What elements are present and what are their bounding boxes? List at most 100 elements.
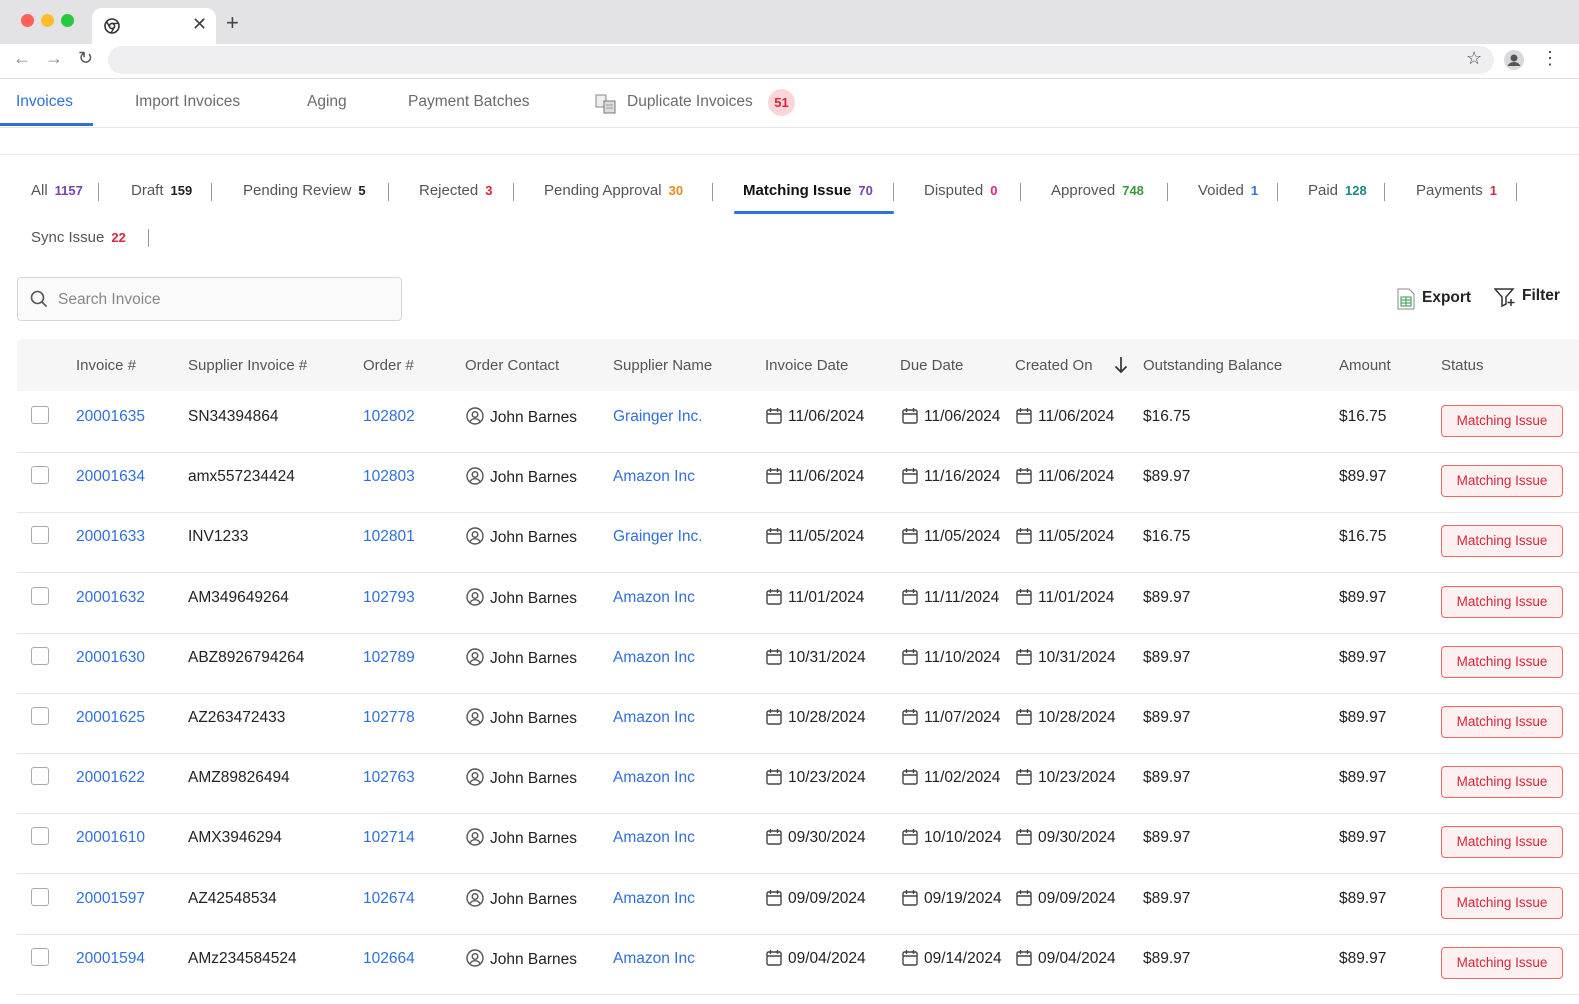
col-supplier-invoice[interactable]: Supplier Invoice # [188, 357, 307, 374]
row-checkbox[interactable] [31, 707, 49, 725]
nav-aging[interactable]: Aging [307, 93, 347, 111]
tab-rejected[interactable]: Rejected 3 [419, 182, 492, 199]
status-badge[interactable]: Matching Issue [1441, 706, 1563, 738]
supplier-link[interactable]: Amazon Inc [613, 890, 695, 908]
invoice-link[interactable]: 20001594 [76, 950, 145, 968]
supplier-link[interactable]: Grainger Inc. [613, 408, 703, 426]
invoice-link[interactable]: 20001635 [76, 408, 145, 426]
nav-invoices[interactable]: Invoices [16, 93, 73, 111]
col-supplier-name[interactable]: Supplier Name [613, 357, 712, 374]
order-link[interactable]: 102789 [363, 649, 415, 667]
supplier-link[interactable]: Amazon Inc [613, 649, 695, 667]
supplier-invoice-number: AMZ89826494 [188, 769, 290, 787]
supplier-link[interactable]: Amazon Inc [613, 829, 695, 847]
tab-all[interactable]: All 1157 [31, 182, 83, 199]
tab-count: 70 [858, 183, 873, 198]
row-checkbox[interactable] [31, 827, 49, 846]
order-link[interactable]: 102714 [363, 829, 415, 847]
order-link[interactable]: 102793 [363, 589, 415, 607]
row-checkbox[interactable] [31, 947, 49, 966]
col-order-contact[interactable]: Order Contact [465, 357, 559, 374]
invoice-link[interactable]: 20001610 [76, 829, 145, 847]
order-link[interactable]: 102664 [363, 950, 415, 968]
status-badge[interactable]: Matching Issue [1441, 525, 1563, 558]
menu-dots-icon[interactable]: ⋮ [1541, 48, 1559, 69]
plus-icon[interactable]: + [226, 10, 239, 36]
invoice-link[interactable]: 20001625 [76, 709, 145, 727]
tab-pending-review[interactable]: Pending Review 5 [243, 182, 366, 199]
row-checkbox[interactable] [31, 526, 49, 545]
sort-down-icon[interactable] [1114, 356, 1128, 374]
row-checkbox[interactable] [31, 466, 49, 485]
order-link[interactable]: 102778 [363, 709, 415, 727]
address-bar[interactable] [108, 46, 1494, 74]
row-checkbox[interactable] [31, 586, 49, 605]
tab-payments[interactable]: Payments 1 [1416, 182, 1497, 199]
invoice-date: 09/09/2024 [766, 889, 866, 908]
col-invoice-date[interactable]: Invoice Date [765, 357, 848, 374]
supplier-link[interactable]: Amazon Inc [613, 709, 695, 727]
order-link[interactable]: 102802 [363, 408, 415, 426]
order-link[interactable]: 102763 [363, 769, 415, 787]
star-icon[interactable]: ☆ [1466, 48, 1482, 69]
status-badge[interactable]: Matching Issue [1441, 465, 1563, 498]
close-icon[interactable]: ✕ [192, 14, 207, 35]
profile-icon[interactable] [1504, 50, 1524, 70]
order-link[interactable]: 102674 [363, 890, 415, 908]
invoice-link[interactable]: 20001632 [76, 589, 145, 607]
col-due-date[interactable]: Due Date [900, 357, 963, 374]
search-input[interactable] [56, 288, 390, 312]
minimize-window-button[interactable] [41, 14, 54, 27]
invoice-link[interactable]: 20001622 [76, 769, 145, 787]
tab-approved[interactable]: Approved 748 [1051, 182, 1144, 199]
nav-duplicate-invoices[interactable]: Duplicate Invoices [627, 93, 753, 111]
supplier-link[interactable]: Amazon Inc [613, 468, 695, 486]
tab-paid[interactable]: Paid 128 [1308, 182, 1367, 199]
supplier-link[interactable]: Amazon Inc [613, 589, 695, 607]
tab-disputed[interactable]: Disputed 0 [924, 182, 997, 199]
order-link[interactable]: 102803 [363, 468, 415, 486]
status-badge[interactable]: Matching Issue [1441, 585, 1563, 618]
status-badge[interactable]: Matching Issue [1441, 645, 1563, 678]
nav-payment-batches[interactable]: Payment Batches [408, 93, 529, 111]
status-badge[interactable]: Matching Issue [1441, 826, 1563, 859]
supplier-link[interactable]: Amazon Inc [613, 950, 695, 968]
status-badge[interactable]: Matching Issue [1441, 766, 1563, 799]
amount: $89.97 [1339, 769, 1387, 787]
supplier-link[interactable]: Grainger Inc. [613, 528, 703, 546]
col-amount[interactable]: Amount [1339, 357, 1391, 374]
invoice-link[interactable]: 20001630 [76, 649, 145, 667]
col-status[interactable]: Status [1441, 357, 1484, 374]
back-icon[interactable]: ← [13, 48, 31, 69]
close-window-button[interactable] [21, 14, 34, 27]
order-link[interactable]: 102801 [363, 528, 415, 546]
tab-matching-issue[interactable]: Matching Issue 70 [743, 182, 873, 199]
status-badge[interactable]: Matching Issue [1441, 946, 1563, 979]
tab-voided[interactable]: Voided 1 [1198, 182, 1258, 199]
row-checkbox[interactable] [31, 887, 49, 906]
row-checkbox[interactable] [31, 646, 49, 665]
forward-icon[interactable]: → [45, 48, 63, 69]
tab-sync-issue[interactable]: Sync Issue 22 [31, 229, 126, 246]
status-badge[interactable]: Matching Issue [1441, 886, 1563, 919]
browser-tab[interactable]: ✕ [92, 8, 216, 44]
reload-icon[interactable]: ↻ [78, 48, 93, 69]
invoice-date-value: 10/31/2024 [788, 648, 866, 666]
invoice-date: 11/06/2024 [766, 407, 864, 426]
col-invoice[interactable]: Invoice # [76, 357, 136, 374]
status-badge[interactable]: Matching Issue [1441, 405, 1563, 437]
col-outstanding-balance[interactable]: Outstanding Balance [1143, 357, 1282, 374]
col-order[interactable]: Order # [363, 357, 414, 374]
supplier-link[interactable]: Amazon Inc [613, 769, 695, 787]
nav-import-invoices[interactable]: Import Invoices [135, 93, 240, 111]
invoice-link[interactable]: 20001597 [76, 890, 145, 908]
invoice-link[interactable]: 20001633 [76, 528, 145, 546]
tab-pending-approval[interactable]: Pending Approval 30 [544, 182, 683, 199]
row-checkbox[interactable] [31, 406, 49, 424]
calendar-icon [766, 889, 782, 906]
tab-draft[interactable]: Draft 159 [131, 182, 192, 199]
invoice-link[interactable]: 20001634 [76, 468, 145, 486]
maximize-window-button[interactable] [61, 14, 74, 27]
col-created-on[interactable]: Created On [1015, 357, 1093, 374]
row-checkbox[interactable] [31, 767, 49, 786]
